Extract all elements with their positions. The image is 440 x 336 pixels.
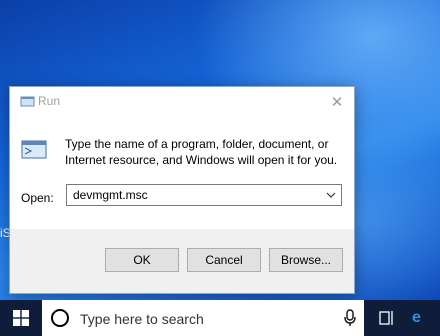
windows-start-icon [13, 310, 29, 326]
ok-button[interactable]: OK [105, 248, 179, 272]
start-button[interactable] [0, 300, 42, 336]
dialog-content: Type the name of a program, folder, docu… [10, 116, 354, 229]
search-placeholder: Type here to search [80, 311, 204, 327]
dialog-title: Run [38, 94, 61, 108]
microphone-icon[interactable] [344, 309, 356, 327]
open-combobox[interactable]: devmgmt.msc [66, 184, 342, 206]
open-label: Open: [21, 191, 54, 205]
search-icon [51, 309, 69, 327]
open-input[interactable]: devmgmt.msc [73, 188, 148, 202]
close-icon: ✕ [330, 93, 344, 111]
run-dialog: Run ✕ Type the name of a program, folder… [9, 86, 355, 294]
run-icon [20, 96, 35, 107]
cancel-button[interactable]: Cancel [187, 248, 261, 272]
taskbar: Type here to search e [0, 300, 440, 336]
close-button[interactable]: ✕ [320, 87, 354, 116]
dialog-description: Type the name of a program, folder, docu… [65, 137, 338, 167]
edge-icon[interactable]: e [412, 309, 430, 327]
title-bar[interactable]: Run ✕ [10, 87, 354, 116]
taskbar-search-box[interactable]: Type here to search [42, 300, 364, 336]
task-view-icon[interactable] [379, 310, 395, 326]
chevron-down-icon[interactable] [324, 188, 338, 202]
run-icon [21, 140, 47, 159]
browse-button[interactable]: Browse... [269, 248, 343, 272]
